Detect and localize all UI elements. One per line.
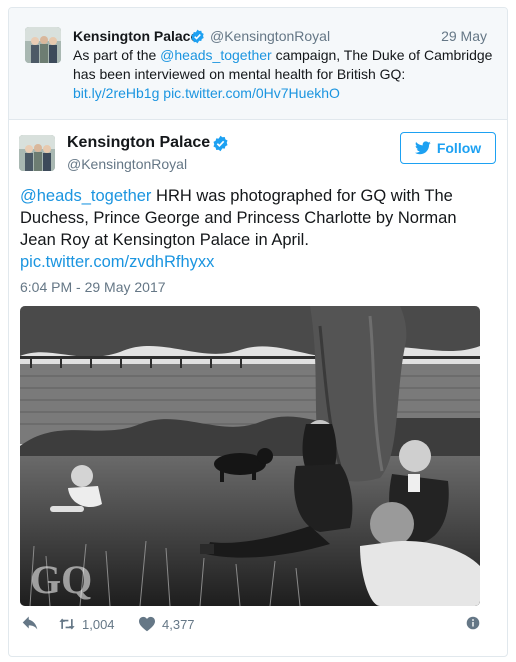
- tweet-photo[interactable]: GQ: [20, 306, 480, 606]
- tweet-mention-link[interactable]: @heads_together: [20, 187, 151, 205]
- parent-bitly-link[interactable]: bit.ly/2reHb1g: [73, 85, 159, 101]
- tweet-author-name[interactable]: Kensington Palace: [67, 134, 210, 152]
- follow-label: Follow: [436, 140, 482, 156]
- like-action[interactable]: 4,377: [138, 616, 195, 632]
- follow-button[interactable]: Follow: [400, 132, 496, 164]
- reply-icon: [22, 616, 38, 630]
- verified-badge-icon: [191, 29, 204, 44]
- parent-tweet[interactable]: Kensington Palace @KensingtonRoyal 29 Ma…: [9, 8, 507, 120]
- info-icon: [466, 616, 480, 630]
- info-action[interactable]: [466, 616, 480, 630]
- photo-watermark: GQ: [30, 557, 93, 602]
- parent-text-before: As part of the: [73, 47, 161, 63]
- parent-handle[interactable]: @KensingtonRoyal: [210, 28, 330, 44]
- tweet-pic-link[interactable]: pic.twitter.com/zvdhRfhyxx: [20, 253, 214, 271]
- parent-tweet-text: As part of the @heads_together campaign,…: [73, 46, 493, 103]
- heart-icon: [139, 616, 155, 632]
- parent-author-name[interactable]: Kensington Palace: [73, 28, 198, 44]
- avatar-photo: [25, 27, 61, 63]
- verified-badge-icon: [213, 135, 228, 152]
- retweet-action[interactable]: 1,004: [58, 616, 115, 632]
- tweet-avatar[interactable]: [19, 135, 55, 171]
- tweet-handle[interactable]: @KensingtonRoyal: [67, 156, 187, 172]
- tweet-text: @heads_together HRH was photographed for…: [20, 185, 480, 273]
- parent-mention-link[interactable]: @heads_together: [160, 47, 272, 63]
- parent-avatar[interactable]: [25, 27, 61, 63]
- parent-pic-link[interactable]: pic.twitter.com/0Hv7HuekhO: [163, 85, 340, 101]
- like-count: 4,377: [162, 616, 195, 632]
- tweet-timestamp[interactable]: 6:04 PM - 29 May 2017: [20, 279, 166, 295]
- twitter-bird-icon: [414, 141, 431, 155]
- avatar-photo: [19, 135, 55, 171]
- retweet-count: 1,004: [82, 616, 115, 632]
- tweet-actions: 1,004 4,377: [20, 616, 480, 638]
- parent-date[interactable]: 29 May: [441, 28, 487, 44]
- retweet-icon: [59, 618, 75, 630]
- reply-action[interactable]: [22, 616, 40, 632]
